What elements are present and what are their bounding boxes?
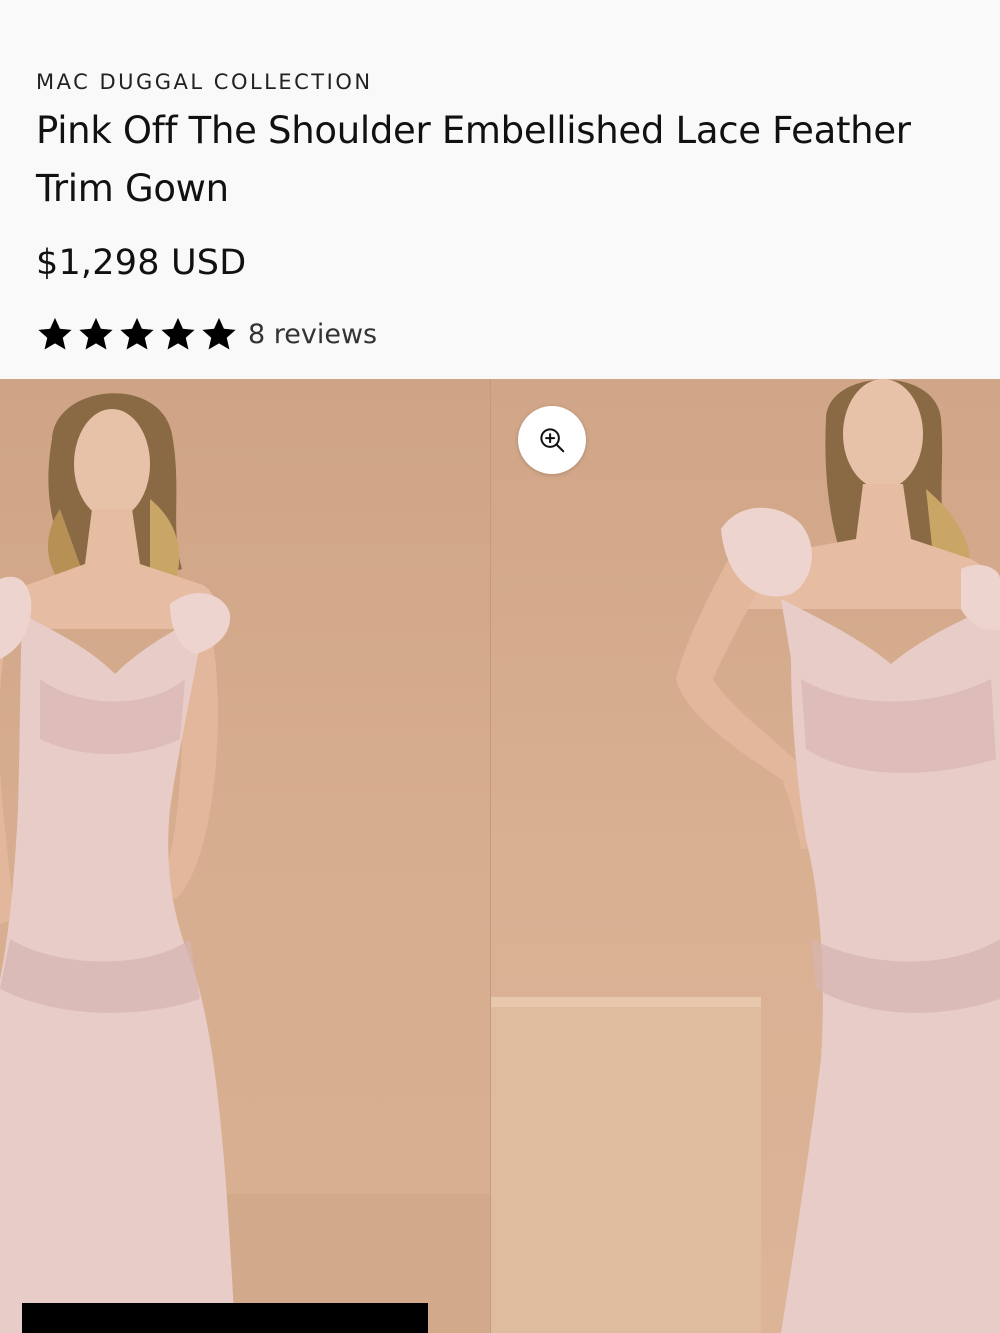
model-illustration <box>491 379 1000 1333</box>
product-image-front[interactable] <box>0 379 490 1333</box>
model-illustration <box>0 393 490 1333</box>
star-icon <box>120 317 154 350</box>
reviews-link[interactable]: 8 reviews <box>248 319 377 350</box>
product-title: Pink Off The Shoulder Embellished Lace F… <box>36 109 911 210</box>
zoom-in-icon <box>540 428 565 453</box>
star-icon <box>161 317 195 350</box>
star-icon <box>202 317 236 350</box>
product-info: MAC DUGGAL COLLECTION Pink Off The Shoul… <box>0 0 1000 379</box>
zoom-button[interactable] <box>518 406 586 474</box>
star-icon <box>38 317 72 350</box>
rating-summary[interactable]: 8 reviews <box>36 312 377 356</box>
product-price: $1,298 USD <box>36 243 247 283</box>
product-image-pose[interactable] <box>491 379 1000 1333</box>
star-rating <box>36 315 238 353</box>
product-gallery[interactable] <box>0 379 1000 1333</box>
star-icon <box>79 317 113 350</box>
bottom-action-bar[interactable] <box>22 1303 428 1333</box>
brand-name[interactable]: MAC DUGGAL COLLECTION <box>36 70 373 94</box>
